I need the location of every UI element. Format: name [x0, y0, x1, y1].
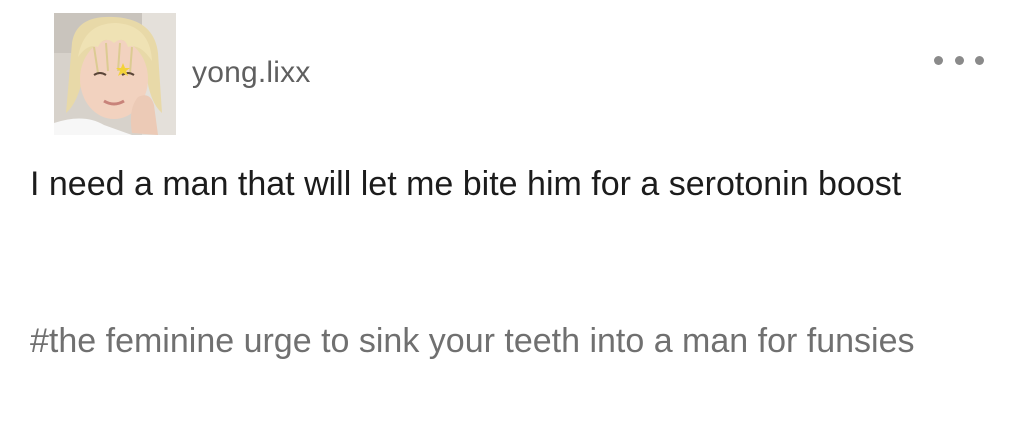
- more-options-icon: [975, 55, 984, 65]
- username[interactable]: yong.lixx: [192, 56, 311, 90]
- tumblr-post: yong.lixx I need a man that will let me …: [0, 0, 1024, 446]
- more-options-icon: [954, 55, 964, 65]
- more-options-button[interactable]: [934, 48, 984, 72]
- more-options-icon: [934, 55, 943, 65]
- avatar[interactable]: [54, 13, 176, 135]
- post-body-text: I need a man that will let me bite him f…: [30, 165, 902, 203]
- post-tags[interactable]: #the feminine urge to sink your teeth in…: [30, 313, 990, 369]
- avatar-image: [54, 13, 176, 135]
